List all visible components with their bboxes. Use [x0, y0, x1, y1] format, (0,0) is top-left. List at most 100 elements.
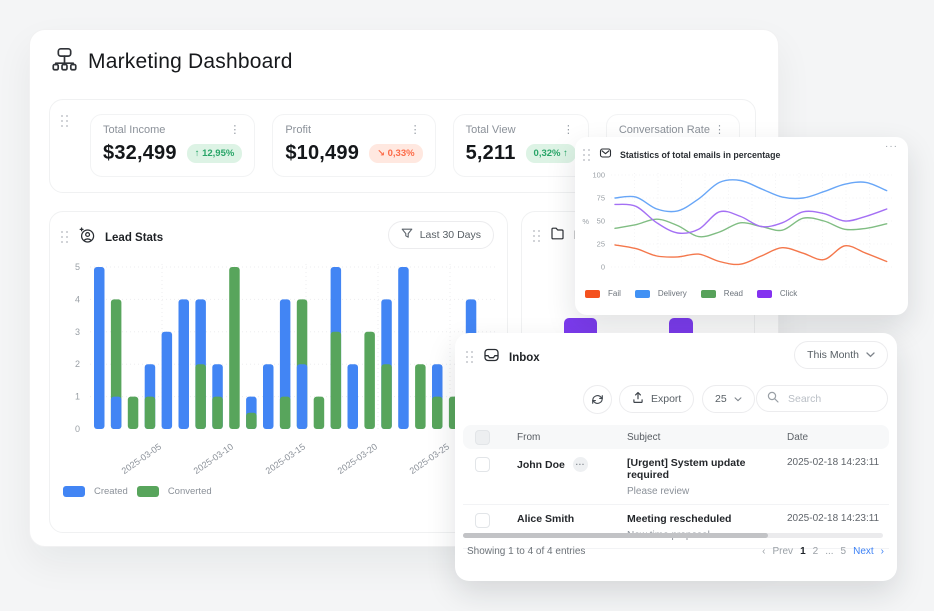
svg-text:5: 5	[75, 262, 80, 272]
table-row[interactable]: John Doe ··· [Urgent] System update requ…	[463, 449, 889, 505]
lead-stats-title: Lead Stats	[105, 232, 163, 244]
leads-icon	[78, 226, 96, 249]
chevron-down-icon	[866, 349, 875, 361]
inbox-drag-handle[interactable]	[466, 351, 474, 364]
email-stats-card: Statistics of total emails in percentage…	[575, 137, 908, 315]
svg-text:50: 50	[597, 217, 605, 226]
svg-text:2025-03-05: 2025-03-05	[120, 441, 163, 476]
dashboard-header: Marketing Dashboard	[51, 46, 293, 78]
page-size-select[interactable]: 25	[702, 385, 755, 413]
row-menu-icon[interactable]: ···	[573, 457, 588, 472]
svg-text:2025-03-10: 2025-03-10	[192, 441, 235, 476]
svg-text:75: 75	[597, 194, 605, 203]
page-title: Marketing Dashboard	[88, 50, 293, 74]
select-all-checkbox[interactable]	[475, 430, 490, 445]
column-header-from: From	[517, 432, 627, 443]
stat-value: $32,499	[103, 142, 177, 165]
delivery-legend-label: Delivery	[658, 289, 687, 298]
stat-card-total-income: Total Income ⋮ $32,499 ↑ 12,95%	[90, 114, 255, 177]
kebab-menu-icon[interactable]: ⋮	[227, 125, 242, 135]
status-badge: ↘ 0,33%	[369, 144, 423, 163]
column-header-subject: Subject	[627, 432, 787, 443]
email-preview: Please review	[627, 486, 787, 497]
stat-label: Total View	[466, 124, 516, 136]
kebab-menu-icon[interactable]: ⋮	[561, 125, 576, 135]
row-checkbox[interactable]	[475, 513, 490, 528]
page-1-button[interactable]: 1	[800, 546, 806, 557]
stat-label: Conversation Rate	[619, 124, 710, 136]
folder-card-drag-handle[interactable]	[533, 230, 541, 243]
lead-stats-legend: Created Converted	[63, 486, 212, 497]
stat-card-profit: Profit ⋮ $10,499 ↘ 0,33%	[272, 114, 435, 177]
page-5-button[interactable]: 5	[841, 546, 847, 557]
svg-text:4: 4	[75, 294, 80, 304]
column-header-date: Date	[787, 432, 889, 443]
svg-text:0: 0	[601, 263, 605, 272]
click-legend-label: Click	[780, 289, 797, 298]
email-date: 2025-02-18 14:23:11	[787, 457, 889, 468]
refresh-icon	[591, 393, 604, 406]
inbox-table: From Subject Date John Doe ··· [Urgent] …	[463, 425, 889, 549]
page-ellipsis: ...	[825, 546, 833, 557]
svg-text:3: 3	[75, 327, 80, 337]
svg-text:2025-03-15: 2025-03-15	[264, 441, 307, 476]
inbox-title: Inbox	[509, 352, 540, 364]
email-card-menu-icon[interactable]: ···	[885, 141, 898, 152]
next-button[interactable]: Next	[853, 546, 874, 557]
svg-text:2: 2	[75, 359, 80, 369]
table-header-row: From Subject Date	[463, 425, 889, 449]
search-input[interactable]	[786, 392, 880, 406]
status-badge: ↑ 12,95%	[187, 144, 243, 163]
kebab-menu-icon[interactable]: ⋮	[712, 125, 727, 135]
lead-stats-drag-handle[interactable]	[61, 231, 69, 244]
svg-text:1: 1	[75, 392, 80, 402]
read-legend-swatch	[701, 290, 716, 298]
filter-label: Last 30 Days	[420, 229, 481, 241]
entries-summary: Showing 1 to 4 of 4 entries	[467, 546, 585, 557]
stats-drag-handle[interactable]	[61, 115, 69, 128]
table-row[interactable]: Alice Smith Meeting rescheduled New time…	[463, 505, 889, 549]
status-badge: 0,32% ↑	[526, 144, 576, 163]
period-label: This Month	[807, 349, 859, 361]
horizontal-scrollbar-track	[463, 533, 883, 538]
stat-label: Profit	[285, 124, 311, 136]
page-size-value: 25	[715, 393, 727, 405]
last-30-days-filter-button[interactable]: Last 30 Days	[388, 221, 494, 249]
lead-stats-bar-chart: 0 1 2 3 4 5 2025-03-05 2025-03-10 2025-03-15 2025…	[50, 252, 507, 484]
created-legend-swatch	[63, 486, 85, 497]
inbox-card: Inbox This Month Export 25	[455, 333, 897, 581]
prev-chevron-icon[interactable]: ‹	[762, 546, 765, 557]
export-button[interactable]: Export	[619, 385, 694, 413]
horizontal-scrollbar-thumb[interactable]	[463, 533, 768, 538]
pagination: ‹ Prev 1 2 ... 5 Next ›	[762, 546, 884, 557]
click-legend-swatch	[757, 290, 772, 298]
inbox-toolbar: Export 25	[455, 385, 897, 412]
svg-text:0: 0	[75, 424, 80, 434]
stat-value: 5,211	[466, 142, 516, 165]
fail-legend-swatch	[585, 290, 600, 298]
period-select[interactable]: This Month	[794, 341, 888, 369]
svg-text:100: 100	[592, 171, 605, 180]
converted-legend-label: Converted	[168, 486, 212, 497]
row-checkbox[interactable]	[475, 457, 490, 472]
svg-text:%: %	[582, 217, 589, 226]
export-label: Export	[651, 393, 681, 405]
email-stats-legend: Fail Delivery Read Click	[585, 289, 803, 298]
search-icon	[767, 390, 779, 408]
created-legend-label: Created	[94, 486, 128, 497]
sender-name: Alice Smith	[517, 513, 574, 525]
email-card-drag-handle[interactable]	[583, 149, 591, 162]
next-chevron-icon[interactable]: ›	[881, 546, 884, 557]
page-2-button[interactable]: 2	[813, 546, 819, 557]
inbox-icon	[483, 347, 500, 368]
folder-icon	[550, 226, 565, 246]
svg-text:2025-03-20: 2025-03-20	[336, 441, 379, 476]
email-subject: Meeting rescheduled	[627, 513, 787, 525]
read-legend-label: Read	[724, 289, 743, 298]
email-stats-line-chart: 0255075100%	[575, 165, 908, 283]
refresh-button[interactable]	[583, 385, 612, 414]
kebab-menu-icon[interactable]: ⋮	[408, 125, 423, 135]
delivery-legend-swatch	[635, 290, 650, 298]
prev-button[interactable]: Prev	[773, 546, 794, 557]
sender-name: John Doe	[517, 459, 565, 471]
